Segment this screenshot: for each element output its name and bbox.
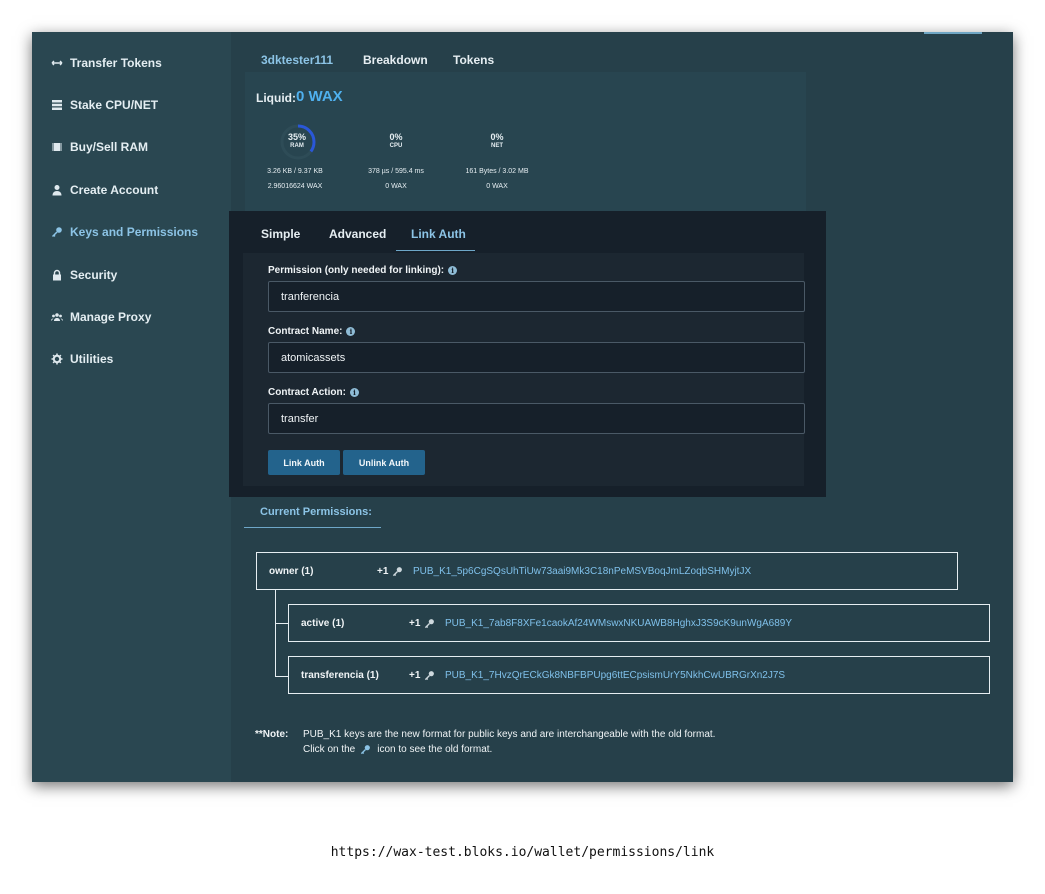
current-permissions-underline <box>244 527 381 528</box>
tab-breakdown[interactable]: Breakdown <box>363 53 428 67</box>
unlink-auth-button[interactable]: Unlink Auth <box>343 450 425 475</box>
tab-link-auth-underline <box>396 250 475 251</box>
transfer-arrows-icon <box>50 56 64 70</box>
cpu-percent: 0% <box>389 132 403 142</box>
link-auth-panel: Simple Advanced Link Auth Permission (on… <box>229 211 826 497</box>
permission-label-text: Permission (only needed for linking): <box>268 265 445 276</box>
tab-link-auth[interactable]: Link Auth <box>411 227 466 241</box>
info-icon[interactable]: i <box>349 388 359 397</box>
ram-usage: 3.26 KB / 9.37 KB <box>267 168 323 175</box>
lock-icon <box>50 268 64 282</box>
liquid-label: Liquid: <box>256 91 296 105</box>
ram-meter: 35% RAM <box>277 132 317 149</box>
tab-simple[interactable]: Simple <box>261 227 300 241</box>
sidebar-item-label: Create Account <box>70 183 159 197</box>
permission-name: transferencia (1) <box>301 669 379 681</box>
key-icon[interactable] <box>424 670 435 681</box>
ram-percent: 35% <box>287 132 306 142</box>
contract-input[interactable]: atomicassets <box>268 342 805 373</box>
sidebar-item-buy-sell-ram[interactable]: Buy/Sell RAM <box>32 131 231 163</box>
permission-weight: +1 <box>409 618 435 629</box>
public-key-link[interactable]: PUB_K1_5p6CgSQsUhTiUw73aai9Mk3C18nPeMSVB… <box>413 566 751 577</box>
sidebar: Transfer Tokens Stake CPU/NET Buy/Sell R… <box>32 32 231 782</box>
net-label: NET <box>491 143 503 149</box>
net-staked: 0 WAX <box>486 183 508 190</box>
action-label: Contract Action: i <box>268 387 359 398</box>
info-icon[interactable]: i <box>346 327 356 336</box>
sidebar-item-label: Buy/Sell RAM <box>70 140 149 154</box>
permission-owner: owner (1) +1 PUB_K1_5p6CgSQsUhTiUw73aai9… <box>256 552 958 590</box>
sidebar-item-label: Security <box>70 268 118 282</box>
sidebar-item-label: Utilities <box>70 352 114 366</box>
current-permissions-title[interactable]: Current Permissions: <box>260 506 372 518</box>
sidebar-item-utilities[interactable]: Utilities <box>32 343 231 375</box>
memory-chip-icon <box>50 140 64 154</box>
permission-name: owner (1) <box>269 565 314 577</box>
users-group-icon <box>50 310 64 324</box>
gear-icon <box>50 352 64 366</box>
ram-staked: 2.96016624 WAX <box>267 183 323 190</box>
tab-advanced[interactable]: Advanced <box>329 227 386 241</box>
sidebar-item-label: Keys and Permissions <box>70 225 199 239</box>
user-icon <box>50 183 64 197</box>
sidebar-item-security[interactable]: Security <box>32 259 231 291</box>
main-content: 3dktester111 Breakdown Tokens Liquid: 0 … <box>229 32 1013 782</box>
tree-branch-active <box>275 623 288 624</box>
app-window: Transfer Tokens Stake CPU/NET Buy/Sell R… <box>32 32 1013 782</box>
link-auth-form: Permission (only needed for linking): i … <box>243 253 805 486</box>
cpu-label: CPU <box>389 143 403 149</box>
permission-transferencia: transferencia (1) +1 PUB_K1_7HvzQrECkGk8… <box>288 656 990 694</box>
sidebar-item-label: Stake CPU/NET <box>70 98 159 112</box>
sidebar-item-transfer-tokens[interactable]: Transfer Tokens <box>32 47 231 79</box>
contract-label-text: Contract Name: <box>268 326 343 337</box>
sidebar-item-label: Transfer Tokens <box>70 56 162 70</box>
permission-weight: +1 <box>409 670 435 681</box>
ram-label: RAM <box>290 143 304 149</box>
net-usage: 161 Bytes / 3.02 MB <box>465 168 529 175</box>
contract-label: Contract Name: i <box>268 326 356 337</box>
net-meter: 0% NET <box>477 132 517 149</box>
note-line-2-after: icon to see the old format. <box>377 744 493 755</box>
page-url: https://wax-test.bloks.io/wallet/permiss… <box>330 845 715 860</box>
note-line-1: PUB_K1 keys are the new format for publi… <box>303 729 716 740</box>
key-icon <box>50 225 64 239</box>
note-label: **Note: <box>255 729 289 740</box>
sidebar-item-keys-and-permissions[interactable]: Keys and Permissions <box>32 216 231 248</box>
tree-branch-transferencia <box>275 676 288 677</box>
permission-active: active (1) +1 PUB_K1_7ab8F8XFe1caokAf24W… <box>288 604 990 642</box>
note-line-2: Click on the icon to see the old format. <box>303 744 492 755</box>
liquid-value: 0 WAX <box>296 88 343 105</box>
cpu-staked: 0 WAX <box>385 183 407 190</box>
permission-weight: +1 <box>377 566 403 577</box>
permission-input[interactable]: tranferencia <box>268 281 805 312</box>
action-input[interactable]: transfer <box>268 403 805 434</box>
cpu-usage: 378 µs / 595.4 ms <box>368 168 424 175</box>
link-auth-button[interactable]: Link Auth <box>268 450 340 475</box>
sidebar-item-label: Manage Proxy <box>70 310 152 324</box>
key-icon[interactable] <box>424 618 435 629</box>
public-key-link[interactable]: PUB_K1_7HvzQrECkGk8NBFBPUpg6ttECpsismUrY… <box>445 670 785 681</box>
tree-vertical-line <box>275 590 276 677</box>
key-icon <box>361 745 371 755</box>
public-key-link[interactable]: PUB_K1_7ab8F8XFe1caokAf24WMswxNKUAWB8Hgh… <box>445 618 792 629</box>
server-stack-icon <box>50 98 64 112</box>
tab-tokens[interactable]: Tokens <box>453 53 494 67</box>
cpu-meter: 0% CPU <box>376 132 416 149</box>
key-icon[interactable] <box>392 566 403 577</box>
info-icon[interactable]: i <box>448 266 458 275</box>
tab-account[interactable]: 3dktester111 <box>261 53 333 67</box>
net-percent: 0% <box>490 132 504 142</box>
weight-text: +1 <box>377 565 389 577</box>
permission-name: active (1) <box>301 617 345 629</box>
sidebar-item-create-account[interactable]: Create Account <box>32 174 231 206</box>
permission-label: Permission (only needed for linking): i <box>268 265 458 276</box>
note-line-2-before: Click on the <box>303 744 356 755</box>
sidebar-item-manage-proxy[interactable]: Manage Proxy <box>32 301 231 333</box>
weight-text: +1 <box>409 669 421 681</box>
sidebar-item-stake-cpu-net[interactable]: Stake CPU/NET <box>32 89 231 121</box>
weight-text: +1 <box>409 617 421 629</box>
action-label-text: Contract Action: <box>268 387 346 398</box>
